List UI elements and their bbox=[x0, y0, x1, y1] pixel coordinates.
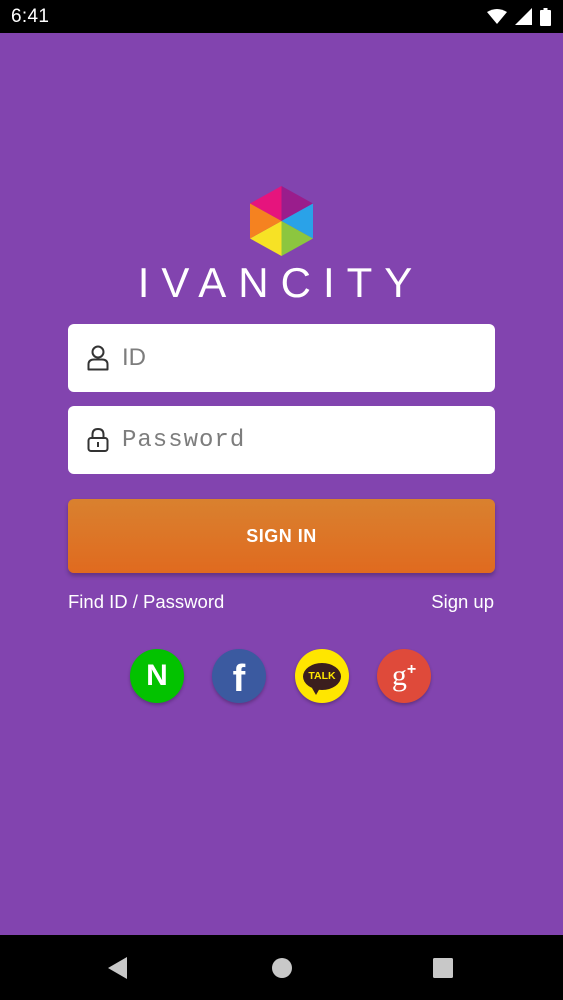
home-icon bbox=[272, 958, 292, 978]
status-icons bbox=[487, 7, 551, 26]
back-button[interactable] bbox=[106, 956, 130, 980]
signin-button[interactable]: SIGN IN bbox=[68, 499, 495, 573]
recents-icon bbox=[433, 958, 453, 978]
status-time: 6:41 bbox=[11, 5, 50, 27]
google-plus-login-button[interactable]: g+ bbox=[377, 649, 431, 703]
id-field[interactable] bbox=[68, 324, 495, 392]
google-g: g bbox=[391, 659, 407, 692]
kakao-login-button[interactable]: TALK bbox=[295, 649, 349, 703]
lock-icon bbox=[87, 427, 109, 452]
wifi-icon bbox=[487, 8, 507, 24]
google-plus-sign: + bbox=[406, 661, 417, 678]
back-icon bbox=[108, 957, 127, 979]
battery-icon bbox=[540, 7, 551, 26]
naver-icon: N bbox=[146, 659, 168, 692]
signup-link[interactable]: Sign up bbox=[431, 591, 494, 613]
brand-logo: IVANCITY bbox=[141, 260, 421, 302]
facebook-login-button[interactable]: f bbox=[212, 649, 266, 703]
password-field[interactable] bbox=[68, 406, 495, 474]
id-input[interactable] bbox=[122, 344, 452, 372]
password-input[interactable] bbox=[122, 426, 452, 454]
find-id-password-link[interactable]: Find ID / Password bbox=[68, 591, 224, 613]
login-screen: IVANCITY SIGN IN Find ID / Password Sign… bbox=[0, 33, 563, 935]
google-plus-icon: g+ bbox=[392, 659, 416, 693]
facebook-icon: f bbox=[232, 657, 246, 700]
logo-cube-icon bbox=[250, 186, 313, 256]
brand-name: IVANCITY bbox=[141, 260, 421, 302]
user-icon bbox=[87, 345, 109, 371]
recents-button[interactable] bbox=[431, 956, 455, 980]
kakao-label: TALK bbox=[308, 670, 336, 682]
signal-icon bbox=[515, 8, 532, 25]
navigation-bar bbox=[0, 935, 563, 1000]
kakao-talk-icon: TALK bbox=[303, 662, 341, 695]
home-button[interactable] bbox=[270, 956, 294, 980]
naver-login-button[interactable]: N bbox=[130, 649, 184, 703]
status-bar: 6:41 bbox=[0, 0, 563, 33]
